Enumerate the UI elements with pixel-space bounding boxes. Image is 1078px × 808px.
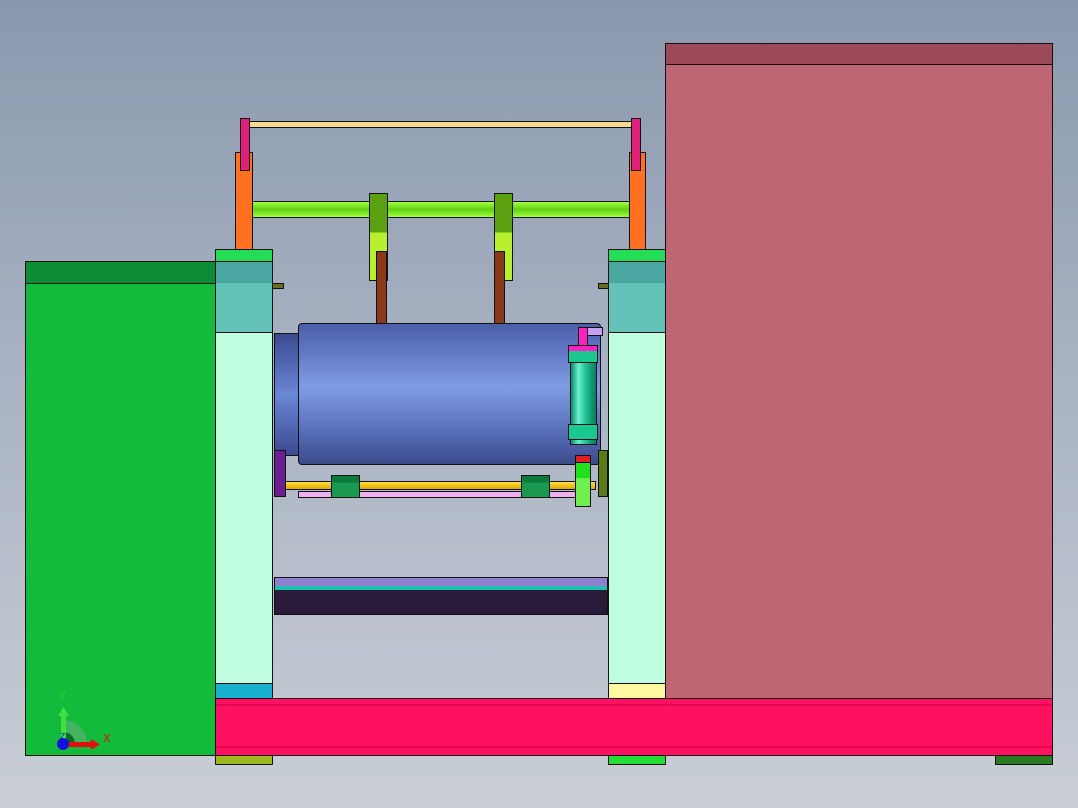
left-housing-top-band[interactable] bbox=[25, 261, 216, 284]
hydraulic-cylinder-head[interactable] bbox=[568, 345, 598, 363]
left-column-bearing[interactable] bbox=[215, 261, 273, 333]
right-housing-top-band[interactable] bbox=[665, 43, 1053, 65]
right-pink-bracket[interactable] bbox=[631, 118, 641, 171]
left-pink-bracket[interactable] bbox=[240, 118, 250, 171]
rod-clamp-right[interactable] bbox=[521, 475, 550, 498]
left-housing-block[interactable] bbox=[25, 261, 216, 756]
right-column-bearing[interactable] bbox=[608, 261, 666, 333]
right-stub bbox=[598, 283, 609, 289]
rod-clamp-left[interactable] bbox=[331, 475, 360, 498]
triad-x-label: X bbox=[103, 732, 111, 745]
green-guide-bar[interactable] bbox=[252, 201, 630, 218]
triad-z-label: Z bbox=[60, 732, 66, 741]
lower-plate[interactable] bbox=[274, 577, 608, 615]
hanger-rod-left[interactable] bbox=[376, 251, 387, 324]
right-column-foot[interactable] bbox=[608, 683, 666, 699]
left-column-foot[interactable] bbox=[215, 683, 273, 699]
triad-y-label: Y bbox=[59, 689, 66, 702]
left-stub bbox=[272, 283, 284, 289]
cylinder-pin[interactable] bbox=[587, 327, 603, 336]
top-crossbar[interactable] bbox=[248, 121, 632, 128]
cad-viewport[interactable]: Y X Z bbox=[0, 0, 1078, 808]
base-beam[interactable] bbox=[215, 698, 1053, 756]
right-olive-block[interactable] bbox=[598, 450, 608, 497]
right-housing-block[interactable] bbox=[665, 43, 1053, 699]
foot-left[interactable] bbox=[215, 755, 273, 765]
hanger-rod-right[interactable] bbox=[494, 251, 505, 324]
roller-end-cap[interactable] bbox=[274, 333, 300, 456]
roller-cylinder[interactable] bbox=[298, 323, 601, 465]
foot-right[interactable] bbox=[995, 755, 1053, 765]
cylinder-clevis-bottom[interactable] bbox=[575, 462, 591, 507]
foot-middle[interactable] bbox=[608, 755, 666, 765]
hydraulic-cylinder-base[interactable] bbox=[568, 424, 598, 440]
view-orientation-triad[interactable]: Y X Z bbox=[50, 685, 120, 755]
